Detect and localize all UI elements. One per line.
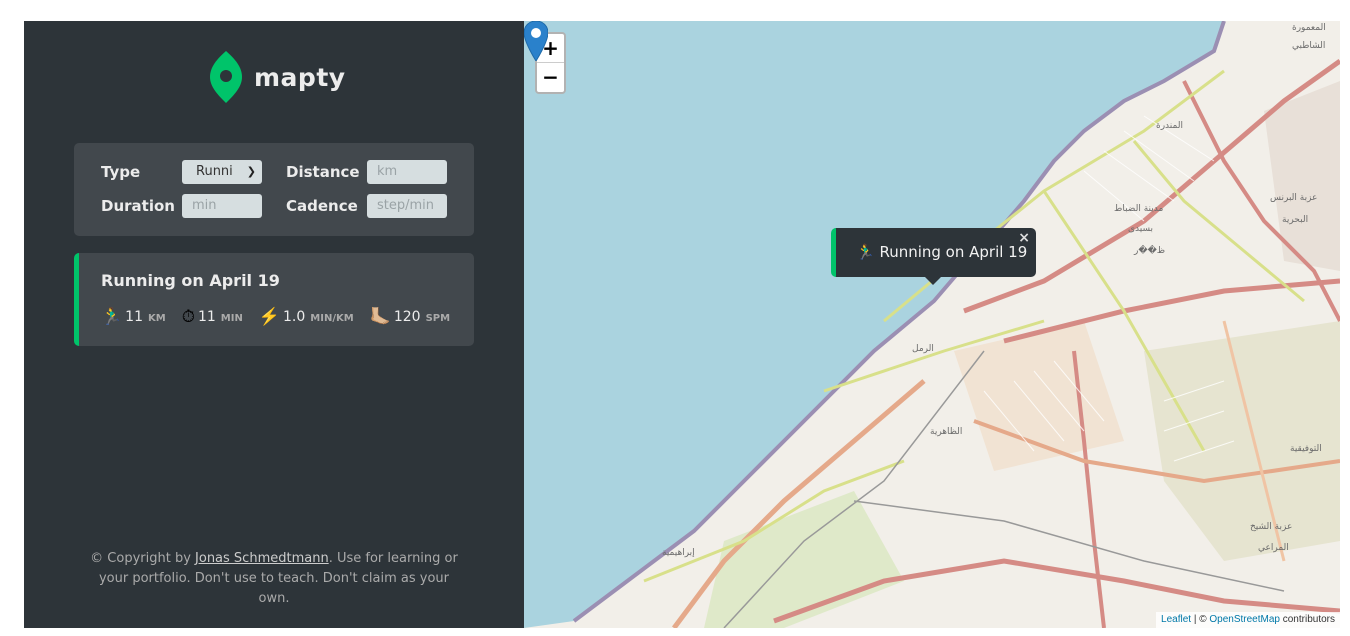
cadence-input[interactable]: step/min — [367, 194, 447, 218]
map-label: عزبة البرنس — [1270, 193, 1318, 203]
type-label: Type — [101, 163, 141, 181]
duration-label: Duration — [101, 197, 175, 215]
workout-cadence: 🦶🏼 120 SPM — [370, 307, 450, 327]
attribution-separator: | © — [1191, 614, 1210, 625]
stopwatch-icon: ⏱ — [181, 307, 195, 327]
map-label: الشاطبي — [1292, 41, 1326, 51]
duration-value: 11 — [197, 309, 216, 325]
workout-details: 🏃‍♂️ 11 KM ⏱ 11 MIN ⚡️ 1.0 MIN/KM 🦶🏼 120 — [101, 307, 450, 327]
distance-value: 11 — [125, 309, 143, 325]
map-label: إبراهيمية — [662, 548, 695, 558]
popup-text: 🏃‍♂️ Running on April 19 — [856, 243, 1028, 261]
distance-unit: KM — [148, 312, 166, 324]
type-select[interactable]: Runni ❯ — [182, 160, 262, 184]
workout-popup[interactable]: 🏃‍♂️ Running on April 19 × — [831, 228, 1036, 277]
sidebar: mapty Type Runni ❯ Distance km Duration … — [24, 21, 524, 628]
map-label: مدينة الضباط — [1114, 204, 1164, 214]
map-label: المندرة — [1156, 121, 1183, 131]
attribution-suffix: contributors — [1279, 614, 1335, 625]
distance-input[interactable]: km — [367, 160, 447, 184]
map[interactable]: المعمورة الشاطبي عزبة البرنس البحرية مدي… — [524, 21, 1340, 628]
workout-title: Running on April 19 — [101, 271, 280, 290]
map-attribution: Leaflet | © OpenStreetMap contributors — [1156, 612, 1340, 628]
chevron-down-icon: ❯ — [246, 165, 256, 178]
cadence-label: Cadence — [286, 197, 358, 215]
pace-value: 1.0 — [283, 309, 306, 325]
cadence-value: 120 — [393, 309, 421, 325]
map-label: البحرية — [1282, 215, 1309, 225]
copyright: © Copyright by Jonas Schmedtmann. Use fo… — [84, 549, 464, 609]
workout-distance: 🏃‍♂️ 11 KM — [101, 307, 166, 327]
osm-link[interactable]: OpenStreetMap — [1209, 614, 1280, 625]
foot-icon: 🦶🏼 — [369, 307, 391, 327]
leaflet-link[interactable]: Leaflet — [1161, 614, 1191, 625]
map-pin-icon — [210, 51, 242, 103]
zoom-out-button[interactable]: − — [537, 63, 564, 92]
logo-text: mapty — [254, 62, 346, 92]
map-label: التوفيقية — [1290, 444, 1322, 454]
workout-item[interactable]: Running on April 19 🏃‍♂️ 11 KM ⏱ 11 MIN … — [74, 253, 474, 346]
distance-label: Distance — [286, 163, 360, 181]
map-marker-icon[interactable] — [524, 21, 548, 61]
runner-icon: 🏃‍♂️ — [101, 307, 123, 327]
map-tiles — [524, 21, 1340, 628]
map-label: عزبة الشيخ — [1250, 522, 1293, 532]
workout-duration: ⏱ 11 MIN — [182, 307, 243, 327]
map-label: الرمل — [912, 344, 934, 354]
popup-tip — [924, 276, 942, 285]
author-link[interactable]: Jonas Schmedtmann — [195, 551, 329, 566]
app: mapty Type Runni ❯ Distance km Duration … — [24, 21, 1340, 628]
duration-unit: MIN — [220, 312, 243, 324]
map-label: بسيدى — [1128, 224, 1154, 234]
duration-input[interactable]: min — [182, 194, 262, 218]
cadence-unit: SPM — [425, 312, 451, 324]
map-label: الظاهرية — [930, 427, 963, 437]
lightning-icon: ⚡️ — [258, 307, 281, 327]
workout-form: Type Runni ❯ Distance km Duration min Ca… — [74, 143, 474, 236]
type-select-value: Runni — [196, 164, 233, 179]
workout-pace: ⚡️ 1.0 MIN/KM — [259, 307, 354, 327]
copyright-prefix: © Copyright by — [90, 551, 196, 566]
map-label: المراعي — [1258, 543, 1289, 553]
map-label: المعمورة — [1292, 23, 1326, 33]
pace-unit: MIN/KM — [310, 312, 354, 324]
logo: mapty — [210, 51, 346, 103]
map-label: ظ��ر — [1134, 246, 1166, 256]
close-icon[interactable]: × — [1018, 230, 1030, 246]
